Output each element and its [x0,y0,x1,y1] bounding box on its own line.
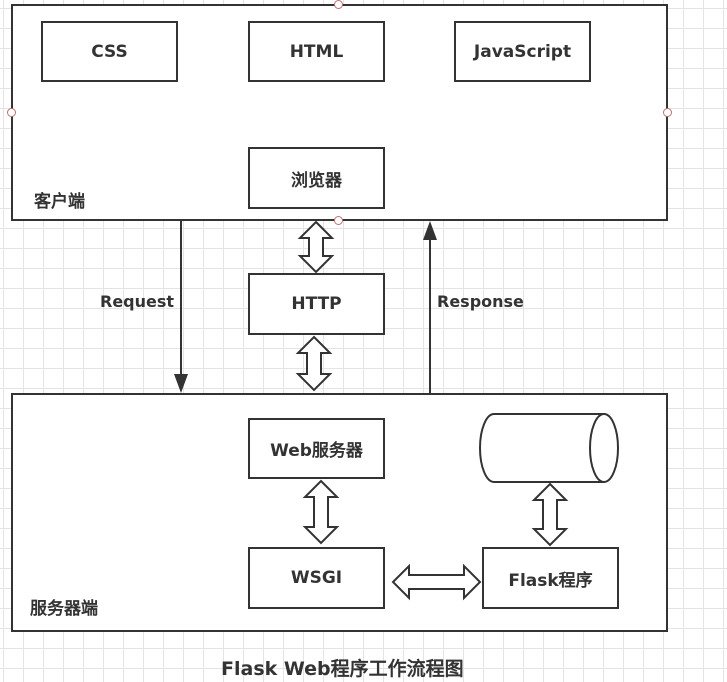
browser-http-double-arrow [297,220,335,274]
client-label: 客户端 [34,192,85,212]
request-label: Request [100,292,175,311]
http-webserver-double-arrow [295,335,333,392]
database-label: 数据库 [516,440,568,461]
selection-handle-left[interactable] [7,108,16,117]
css-box[interactable]: CSS [41,21,178,82]
selection-handle-top[interactable] [334,0,343,9]
wsgi-box[interactable]: WSGI [248,547,385,609]
flask-app-box[interactable]: Flask程序 [482,547,619,609]
diagram-caption: Flask Web程序工作流程图 [221,658,464,680]
html-box[interactable]: HTML [248,21,385,82]
http-box[interactable]: HTTP [248,273,385,335]
request-arrow [174,221,188,393]
selection-handle-bottom[interactable] [334,216,343,225]
browser-box[interactable]: 浏览器 [248,147,385,209]
server-label: 服务器端 [30,599,98,619]
response-label: Response [437,292,524,311]
webserver-box[interactable]: Web服务器 [248,418,385,479]
response-arrow [423,221,437,393]
javascript-box[interactable]: JavaScript [454,21,591,82]
selection-handle-right[interactable] [663,108,672,117]
